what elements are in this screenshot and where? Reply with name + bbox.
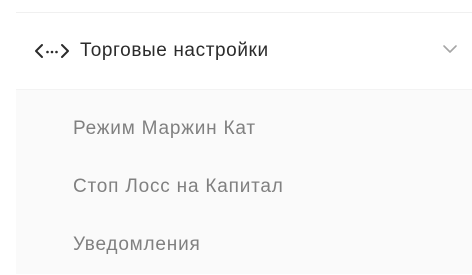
menu-item-notifications[interactable]: Уведомления bbox=[16, 216, 472, 274]
submenu-title: Торговые настройки bbox=[80, 40, 269, 61]
code-icon bbox=[34, 41, 78, 61]
settings-panel: Торговые настройки Режим Маржин Кат Стоп… bbox=[0, 0, 472, 275]
trading-settings-menu: Торговые настройки Режим Маржин Кат Стоп… bbox=[16, 13, 472, 275]
menu-item-margin-cut-mode[interactable]: Режим Маржин Кат bbox=[16, 100, 472, 158]
chevron-down-icon[interactable] bbox=[442, 42, 458, 56]
submenu-items: Режим Маржин Кат Стоп Лосс на Капитал Ув… bbox=[16, 89, 472, 274]
trading-settings-submenu-header[interactable]: Торговые настройки bbox=[16, 13, 472, 89]
menu-item-stop-loss-capital[interactable]: Стоп Лосс на Капитал bbox=[16, 158, 472, 216]
